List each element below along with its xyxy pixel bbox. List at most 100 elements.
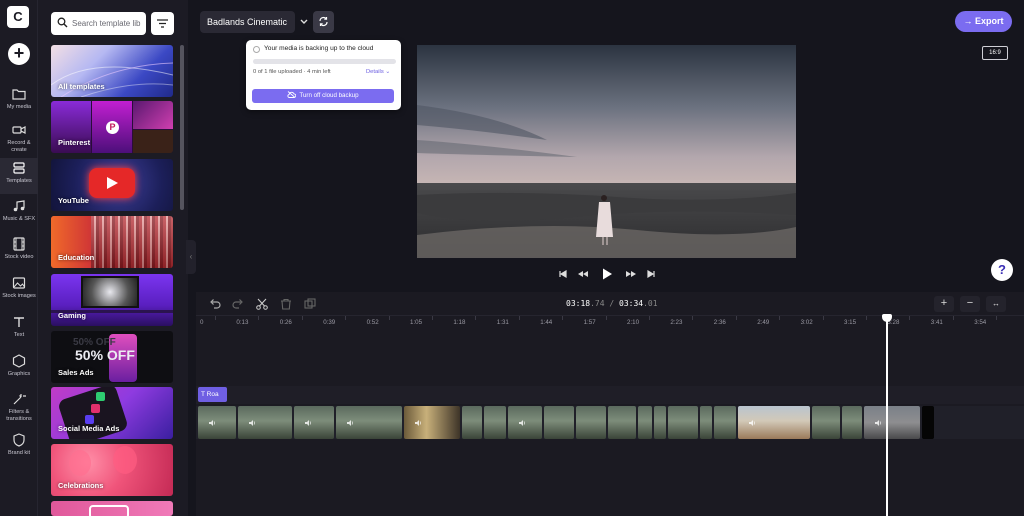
audio-icon[interactable] <box>414 419 422 427</box>
arrow-right-icon: → <box>963 16 975 26</box>
video-preview[interactable] <box>417 45 796 258</box>
template-tile-celebrations[interactable]: Celebrations <box>51 444 173 496</box>
playhead[interactable] <box>886 318 888 516</box>
rail-item-text[interactable]: Text <box>0 312 38 348</box>
split-scissors-icon[interactable] <box>255 297 269 311</box>
rail-item-record[interactable]: Record & create <box>0 120 38 156</box>
add-media-button[interactable]: + <box>8 43 30 65</box>
audio-icon[interactable] <box>304 419 312 427</box>
audio-icon[interactable] <box>208 419 216 427</box>
timeline-ruler[interactable]: 0 0:13 0:26 0:39 0:52 1:05 1:18 1:31 1:44 1:57 2:1… <box>196 316 1024 330</box>
video-clip[interactable] <box>544 406 574 439</box>
template-search[interactable] <box>51 12 146 35</box>
rail-item-music[interactable]: Music & SFX <box>0 196 38 232</box>
undo-icon[interactable] <box>208 297 222 311</box>
video-clip[interactable] <box>336 406 402 439</box>
video-clip[interactable] <box>638 406 652 439</box>
video-clip[interactable] <box>922 406 934 439</box>
audio-icon[interactable] <box>748 419 756 427</box>
delete-icon[interactable] <box>279 297 293 311</box>
collapse-panel-handle[interactable]: ‹ <box>186 240 196 274</box>
ruler-tickmark <box>388 316 390 320</box>
ruler-tick-label: 1:31 <box>496 319 509 326</box>
upload-status: 0 of 1 file uploaded · 4 min left <box>253 69 331 75</box>
app-logo[interactable]: C <box>7 6 29 28</box>
cloud-backup-popup: Your media is backing up to the cloud 0 … <box>246 40 401 110</box>
video-clip[interactable] <box>654 406 666 439</box>
video-clip[interactable] <box>198 406 236 439</box>
ruler-tickmark <box>301 316 303 320</box>
video-clip[interactable] <box>508 406 542 439</box>
ruler-tick-label: 1:57 <box>583 319 596 326</box>
ruler-tickmark <box>215 316 216 320</box>
templates-icon <box>13 162 25 174</box>
video-clip[interactable] <box>700 406 712 439</box>
export-button[interactable]: → Export <box>955 11 1012 32</box>
badlands-scene <box>417 45 796 258</box>
video-clip[interactable] <box>238 406 292 439</box>
upload-progress-bar <box>253 59 396 64</box>
rail-item-templates[interactable]: Templates <box>0 158 38 194</box>
video-clip[interactable] <box>294 406 334 439</box>
cloud-sync-button[interactable] <box>313 11 334 33</box>
audio-icon[interactable] <box>248 419 256 427</box>
rail-item-my-media[interactable]: My media <box>0 84 38 120</box>
ruler-tickmark <box>692 316 694 320</box>
video-clip[interactable] <box>484 406 506 439</box>
ruler-tick-label: 3:02 <box>800 319 813 326</box>
video-clip[interactable] <box>608 406 636 439</box>
redo-icon[interactable] <box>231 297 245 311</box>
filter-button[interactable] <box>151 12 174 35</box>
rail-item-stock-video[interactable]: Stock video <box>0 234 38 270</box>
play-button[interactable] <box>600 267 614 281</box>
search-input[interactable] <box>72 16 142 31</box>
panel-scrollbar[interactable] <box>180 45 184 210</box>
template-tile-partial[interactable] <box>51 501 173 516</box>
video-clip[interactable] <box>668 406 698 439</box>
template-tile-social-media-ads[interactable]: Social Media Ads <box>51 387 173 439</box>
image-icon <box>12 277 26 289</box>
rail-item-graphics[interactable]: Graphics <box>0 351 38 387</box>
audio-icon[interactable] <box>346 419 354 427</box>
rail-item-brand-kit[interactable]: Brand kit <box>0 430 38 466</box>
video-clip[interactable] <box>842 406 862 439</box>
text-clip[interactable]: T Roa <box>198 387 227 402</box>
template-tile-all[interactable]: All templates <box>51 45 173 97</box>
aspect-ratio-button[interactable]: 16:9 <box>982 46 1008 60</box>
template-tile-gaming[interactable]: Gaming <box>51 274 173 326</box>
audio-icon[interactable] <box>874 419 882 427</box>
details-link[interactable]: Details ⌄ <box>366 69 390 75</box>
template-tile-sales-ads[interactable]: 50% OFF 50% OFF Sales Ads <box>51 331 173 383</box>
audio-icon[interactable] <box>518 419 526 427</box>
ruler-tick-label: 2:23 <box>670 319 683 326</box>
zoom-in-button[interactable]: + <box>934 296 954 312</box>
rail-item-filters[interactable]: Filters & transitions <box>0 389 38 425</box>
video-clip[interactable] <box>812 406 840 439</box>
skip-to-end-button[interactable] <box>646 267 656 281</box>
video-clip[interactable] <box>738 406 810 439</box>
video-track <box>198 406 948 439</box>
chevron-down-icon: ⌄ <box>385 69 391 75</box>
video-clip[interactable] <box>404 406 460 439</box>
video-clip[interactable] <box>576 406 606 439</box>
fast-forward-button[interactable] <box>625 267 637 281</box>
template-tile-education[interactable]: Education <box>51 216 173 268</box>
chevron-down-icon[interactable] <box>298 15 310 29</box>
rail-item-stock-images[interactable]: Stock images <box>0 273 38 309</box>
rewind-button[interactable] <box>577 267 589 281</box>
fit-timeline-button[interactable]: ↔ <box>986 296 1006 312</box>
turn-off-cloud-backup-button[interactable]: Turn off cloud backup <box>252 89 394 103</box>
duplicate-icon[interactable] <box>303 297 317 311</box>
skip-to-start-button[interactable] <box>558 267 568 281</box>
zoom-out-button[interactable]: − <box>960 296 980 312</box>
ruler-tick-label: 3:15 <box>844 319 857 326</box>
video-clip[interactable] <box>714 406 736 439</box>
ruler-tick-label: 1:44 <box>540 319 553 326</box>
project-name[interactable]: Badlands Cinematic <box>200 11 295 33</box>
video-clip[interactable] <box>462 406 482 439</box>
timecode: 03:18.74 / 03:34.01 <box>566 299 658 308</box>
template-tile-pinterest[interactable]: P Pinterest <box>51 101 173 153</box>
help-button[interactable]: ? <box>991 259 1013 281</box>
video-clip[interactable] <box>864 406 920 439</box>
template-tile-youtube[interactable]: YouTube <box>51 159 173 211</box>
